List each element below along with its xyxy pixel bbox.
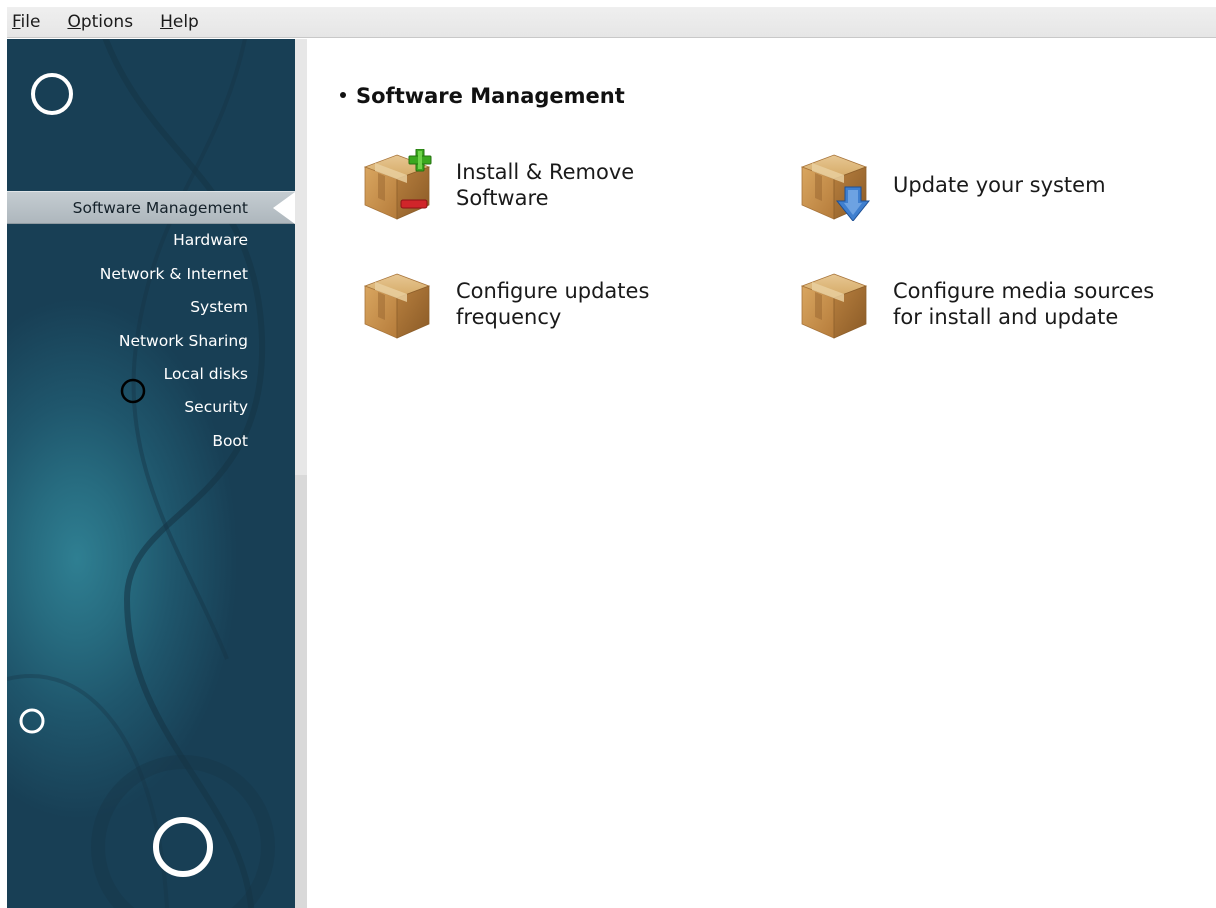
sidebar-item-security[interactable]: Security	[7, 391, 295, 424]
sidebar: Software Management Hardware Network & I…	[7, 39, 295, 908]
sidebar-item-network-internet[interactable]: Network & Internet	[7, 258, 295, 291]
box-update-icon	[801, 154, 870, 221]
tool-label-line2: frequency	[456, 305, 562, 329]
box-add-remove-icon	[364, 149, 432, 220]
menu-bar: File Options Help	[7, 7, 1216, 38]
tool-label-line1: Configure media sources	[893, 279, 1155, 303]
sidebar-item-label: Software Management	[72, 199, 248, 217]
tool-configure-media-sources[interactable]: Configure media sources for install and …	[798, 268, 1193, 340]
menu-file-label: ile	[20, 12, 41, 32]
ring-icon	[153, 817, 213, 877]
box-icon	[364, 273, 430, 339]
menu-options-label: ptions	[80, 12, 134, 32]
box-icon	[801, 273, 867, 339]
sidebar-item-boot[interactable]: Boot	[7, 425, 295, 458]
tool-label: Configure updates frequency	[456, 278, 756, 330]
sidebar-item-label: Network Sharing	[118, 331, 248, 350]
menu-options-mnemonic: O	[67, 12, 81, 32]
tool-label-line2: Software	[456, 186, 549, 210]
tool-label-line1: Configure updates	[456, 279, 650, 303]
menu-help-mnemonic: H	[160, 12, 173, 32]
sidebar-item-label: System	[190, 298, 248, 317]
sidebar-item-label: Boot	[212, 431, 248, 450]
sidebar-item-software-management[interactable]: Software Management	[7, 191, 295, 225]
sidebar-nav: Software Management Hardware Network & I…	[7, 191, 295, 458]
menu-help-label: elp	[172, 12, 199, 32]
menu-options[interactable]: Options	[66, 10, 134, 34]
section-title-text: Software Management	[356, 84, 625, 108]
sidebar-item-label: Network & Internet	[99, 264, 248, 283]
tool-install-remove-software[interactable]: Install & Remove Software	[361, 149, 756, 221]
menu-file-mnemonic: F	[12, 12, 21, 32]
tool-label: Update your system	[893, 172, 1193, 198]
tool-label-line1: Update your system	[893, 173, 1106, 197]
sidebar-item-hardware[interactable]: Hardware	[7, 224, 295, 257]
tool-update-your-system[interactable]: Update your system	[798, 149, 1193, 221]
scrollbar-track-highlight	[295, 39, 307, 475]
sidebar-item-label: Local disks	[163, 364, 248, 383]
sidebar-item-system[interactable]: System	[7, 291, 295, 324]
active-indicator	[273, 192, 295, 224]
bullet-icon	[340, 92, 346, 98]
sidebar-item-local-disks[interactable]: Local disks	[7, 358, 295, 391]
sidebar-decoration	[7, 39, 275, 908]
ring-icon	[19, 708, 45, 734]
tool-label: Install & Remove Software	[456, 159, 756, 211]
main-panel: Software Management Install & Remove Sof…	[307, 39, 1216, 908]
sidebar-item-network-sharing[interactable]: Network Sharing	[7, 325, 295, 358]
menu-file[interactable]: File	[11, 10, 41, 34]
app-window: File Options Help Software Management Ha…	[7, 7, 1216, 908]
tool-label-line1: Install & Remove	[456, 160, 635, 184]
menu-help[interactable]: Help	[159, 10, 200, 34]
tool-configure-updates-frequency[interactable]: Configure updates frequency	[361, 268, 756, 340]
tool-label-line2: for install and update	[893, 305, 1119, 329]
sidebar-item-label: Hardware	[173, 231, 248, 250]
sidebar-item-label: Security	[184, 398, 248, 417]
sidebar-scrollbar[interactable]	[295, 39, 307, 908]
tool-label: Configure media sources for install and …	[893, 278, 1193, 330]
section-title: Software Management	[340, 84, 625, 108]
ring-icon	[31, 73, 73, 115]
